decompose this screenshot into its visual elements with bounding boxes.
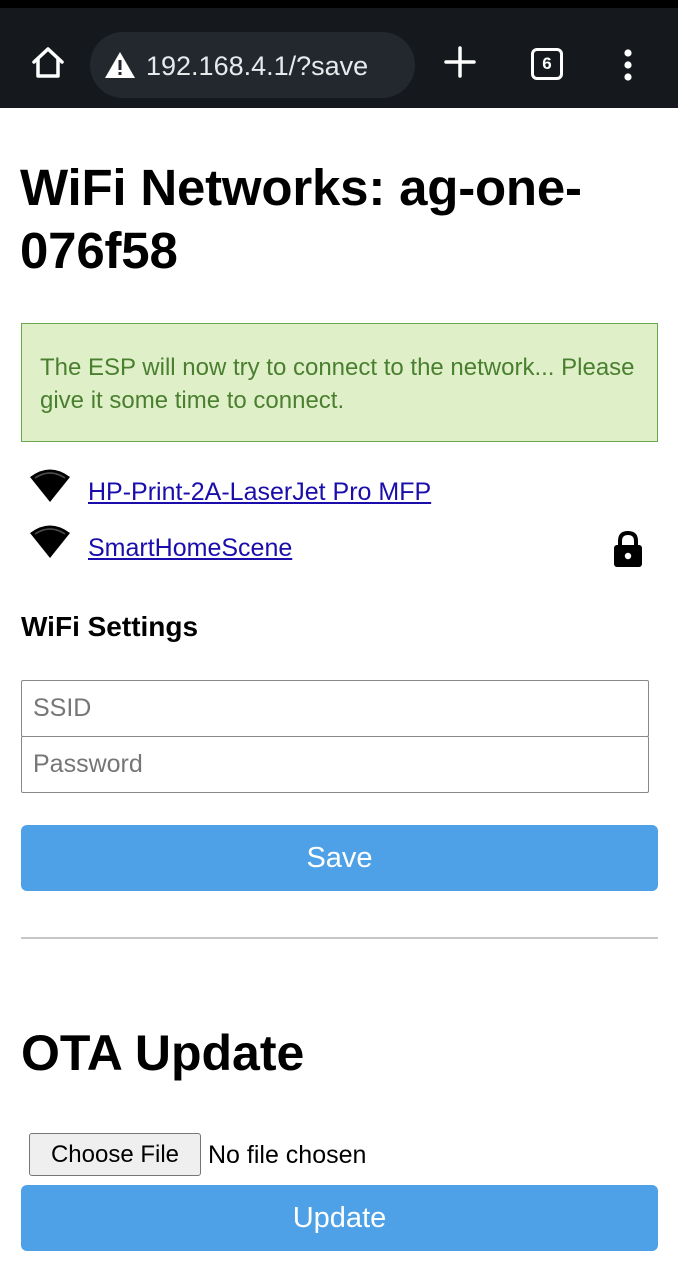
home-button[interactable] <box>28 42 68 82</box>
plus-icon <box>444 46 476 78</box>
network-link[interactable]: HP-Print-2A-LaserJet Pro MFP <box>88 478 431 507</box>
page-content: WiFi Networks: ag-one-076f58 The ESP wil… <box>0 108 678 1280</box>
page-title: WiFi Networks: ag-one-076f58 <box>20 159 582 279</box>
ota-heading: OTA Update <box>21 1025 305 1081</box>
new-tab-button[interactable] <box>442 44 478 80</box>
divider <box>21 937 658 939</box>
more-vert-icon <box>624 49 632 81</box>
update-button[interactable]: Update <box>21 1185 658 1251</box>
save-button[interactable]: Save <box>21 825 658 891</box>
password-input[interactable] <box>21 736 649 793</box>
choose-file-button[interactable]: Choose File <box>29 1133 201 1176</box>
warning-icon[interactable] <box>104 50 136 80</box>
tab-switcher-button[interactable]: 6 <box>531 48 563 80</box>
browser-menu-button[interactable] <box>616 48 640 82</box>
file-status-text: No file chosen <box>208 1141 367 1169</box>
address-bar[interactable]: 192.168.4.1/?save <box>90 32 415 98</box>
url-text[interactable]: 192.168.4.1/?save <box>146 51 368 82</box>
network-row: HP-Print-2A-LaserJet Pro MFP <box>28 468 658 508</box>
wifi-signal-icon <box>30 469 70 502</box>
home-icon <box>32 47 64 78</box>
browser-toolbar: 192.168.4.1/?save 6 <box>0 0 678 108</box>
network-link[interactable]: SmartHomeScene <box>88 534 292 563</box>
network-row: SmartHomeScene <box>28 524 658 567</box>
ssid-input[interactable] <box>21 680 649 737</box>
wifi-settings-heading: WiFi Settings <box>21 611 199 642</box>
wifi-signal-icon <box>30 525 70 558</box>
lock-icon <box>614 530 642 567</box>
status-alert: The ESP will now try to connect to the n… <box>21 323 658 442</box>
